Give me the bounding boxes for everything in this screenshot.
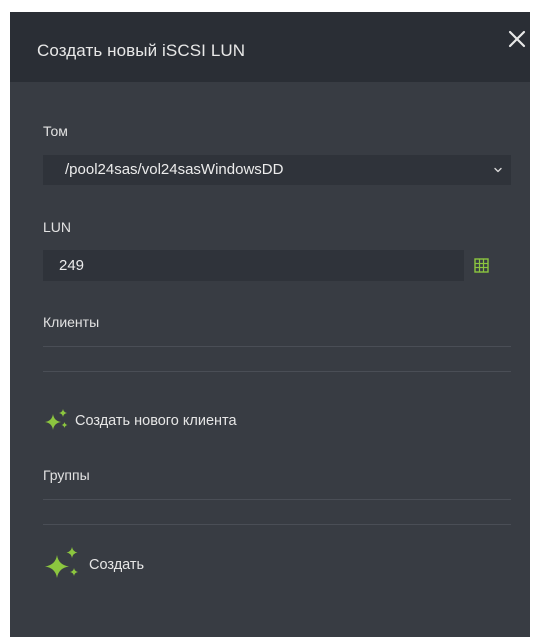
create-iscsi-lun-dialog: Создать новый iSCSI LUN Том /pool24sas/v… <box>10 12 530 637</box>
create-new-client-label: Создать нового клиента <box>75 413 237 429</box>
lun-label: LUN <box>43 219 72 235</box>
lun-input[interactable] <box>43 250 464 281</box>
clients-field-divider <box>43 346 511 347</box>
clients-label: Клиенты <box>43 314 100 330</box>
create-new-client-link[interactable]: Создать нового клиента <box>43 408 237 434</box>
clients-input[interactable] <box>43 348 511 372</box>
groups-input[interactable] <box>43 501 511 525</box>
volume-label: Том <box>43 123 68 139</box>
groups-label: Группы <box>43 467 90 483</box>
chevron-down-icon <box>494 167 502 173</box>
create-button[interactable]: Создать <box>43 545 144 585</box>
create-button-label: Создать <box>89 557 145 573</box>
sparkle-icon <box>45 547 78 578</box>
close-icon <box>508 30 526 48</box>
volume-select[interactable]: /pool24sas/vol24sasWindowsDD <box>43 155 511 185</box>
dialog-header: Создать новый iSCSI LUN <box>10 12 530 82</box>
volume-select-value: /pool24sas/vol24sasWindowsDD <box>65 161 284 178</box>
close-button[interactable] <box>506 28 528 50</box>
dialog-title: Создать новый iSCSI LUN <box>37 41 246 60</box>
groups-field-divider <box>43 499 511 500</box>
sparkle-icon <box>45 409 68 430</box>
grid-icon[interactable] <box>474 258 489 273</box>
